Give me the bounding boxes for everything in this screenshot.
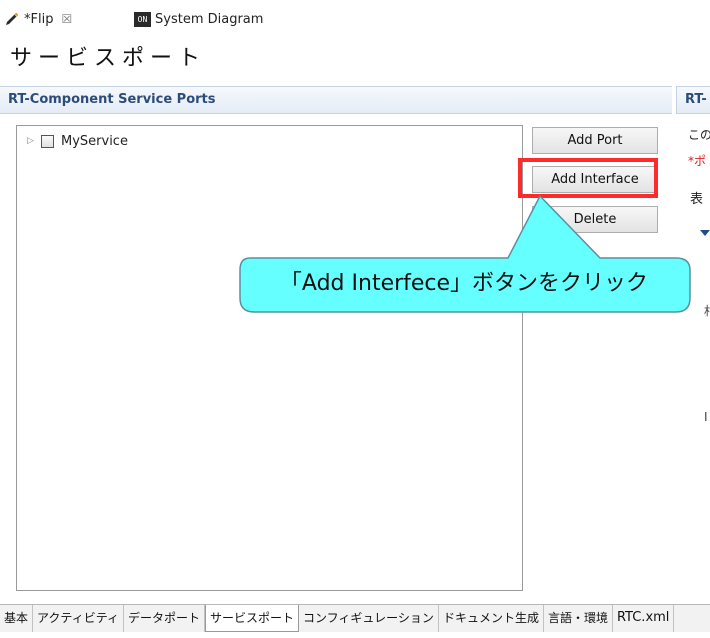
section-title-right: RT- (685, 92, 707, 107)
service-checkbox-icon[interactable] (41, 134, 54, 148)
tab-language-environment[interactable]: 言語・環境 (543, 605, 613, 632)
tab-data-port[interactable]: データポート (123, 605, 205, 632)
tab-flip[interactable]: *Flip ☒ (4, 6, 72, 32)
tab-configuration[interactable]: コンフィギュレーション (299, 605, 439, 632)
right-panel-text-3: 表 (690, 192, 704, 207)
service-port-tree[interactable]: ▷ MyService (16, 125, 523, 591)
add-port-button[interactable]: Add Port (532, 127, 658, 154)
section-header-right[interactable]: RT- (676, 86, 710, 114)
right-panel-text-5: I (704, 410, 708, 424)
right-panel-text-1: この (688, 128, 710, 142)
editor-tab-strip: *Flip ☒ ON System Diagram (0, 0, 710, 36)
highlight-box (518, 158, 658, 198)
tab-activity[interactable]: アクティビティ (33, 605, 124, 632)
right-panel-text-4: 村 (704, 302, 710, 319)
delete-button[interactable]: Delete (532, 206, 658, 233)
tree-item-label: MyService (61, 133, 128, 149)
section-title: RT-Component Service Ports (8, 92, 216, 107)
right-panel-required-text: *ポ (688, 154, 707, 168)
edit-icon (6, 13, 18, 25)
tab-rtc-xml[interactable]: RTC.xml (612, 605, 675, 632)
section-header[interactable]: RT-Component Service Ports (0, 86, 672, 114)
bottom-tab-bar: 基本 アクティビティ データポート サービスポート コンフィギュレーション ドキ… (0, 604, 710, 632)
system-diagram-icon: ON (134, 11, 151, 27)
collapse-triangle-icon[interactable] (700, 230, 710, 236)
callout-text: 「Add Interfece」ボタンをクリック (279, 271, 649, 296)
expand-arrow-icon[interactable]: ▷ (27, 136, 37, 146)
tab-basic[interactable]: 基本 (0, 605, 34, 632)
tab-service-port[interactable]: サービスポート (205, 605, 300, 632)
tab-flip-label: *Flip (24, 11, 54, 27)
close-icon[interactable]: ☒ (61, 12, 72, 26)
tab-document-generation[interactable]: ドキュメント生成 (438, 605, 544, 632)
tab-system-diagram[interactable]: ON System Diagram (134, 6, 263, 32)
tree-item-myservice[interactable]: ▷ MyService (27, 132, 128, 150)
tab-system-diagram-label: System Diagram (155, 11, 264, 27)
page-title: サービスポート (10, 46, 207, 71)
